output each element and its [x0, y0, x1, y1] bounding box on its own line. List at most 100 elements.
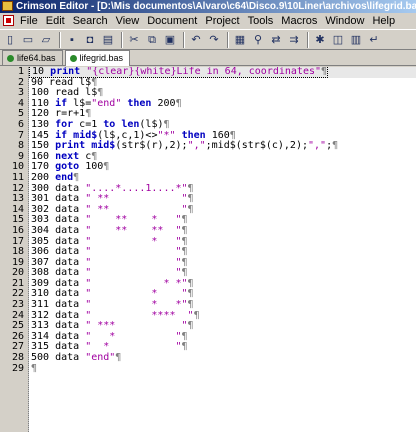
eol-mark: ¶ [187, 193, 194, 205]
code-token: 500 data [31, 352, 86, 364]
string-token: " * " [85, 235, 182, 247]
menu-search[interactable]: Search [69, 13, 112, 29]
string-token: " ** * " [85, 214, 182, 226]
new-icon[interactable]: ▯ [2, 32, 18, 48]
line-text: 100 read l$¶ [29, 87, 103, 98]
undo-icon[interactable]: ↶ [188, 32, 204, 48]
save-icon[interactable]: ▪ [64, 32, 80, 48]
line-number: 11 [11, 171, 24, 183]
eol-mark: ¶ [193, 309, 200, 321]
eol-mark: ¶ [103, 161, 110, 173]
keyword-token: if [55, 129, 68, 141]
code-token: 315 data [31, 341, 86, 353]
line-text: 160 next c¶ [29, 151, 97, 162]
line-text: 302 data " ** "¶ [29, 204, 194, 215]
line-text: 312 data " **** "¶ [29, 310, 200, 321]
tab-lifegrid-bas[interactable]: lifegrid.bas [64, 50, 131, 66]
open-folder-icon[interactable]: ▱ [38, 32, 54, 48]
screen-icon[interactable]: ▥ [348, 32, 364, 48]
eol-mark: ¶ [85, 108, 92, 120]
code-token: 306 data [31, 246, 86, 258]
string-token: "*" [157, 129, 176, 141]
find-icon[interactable]: ⚲ [250, 32, 266, 48]
code-token: 90 read l$ [31, 76, 92, 88]
menu-macros[interactable]: Macros [277, 13, 321, 29]
copy-icon[interactable]: ⧉ [144, 32, 160, 48]
code-line[interactable]: 10 170 goto 100¶ [12, 161, 416, 173]
tools-icon[interactable]: ✱ [312, 32, 328, 48]
replace-icon[interactable]: ⇄ [268, 32, 284, 48]
code-token: 200 [151, 97, 176, 109]
menu-bar: File Edit Search View Document Project Tools Ma… [0, 13, 416, 29]
keyword-token: then [127, 97, 152, 109]
word-wrap-icon[interactable]: ↵ [366, 32, 382, 48]
line-text: 145 if mid$(l$,c,1)<>"*" then 160¶ [29, 130, 236, 141]
keyword-token: print [50, 67, 81, 77]
string-token: " * *" [85, 299, 188, 311]
open-icon[interactable]: ▭ [20, 32, 36, 48]
eol-mark: ¶ [187, 203, 194, 215]
menu-project[interactable]: Project [201, 13, 243, 29]
code-token: 311 data [31, 299, 86, 311]
code-token: 310 data [31, 288, 86, 300]
line-text: 90 read l$¶ [29, 77, 97, 88]
print-icon[interactable]: ▤ [100, 32, 116, 48]
string-token: " **** " [85, 309, 194, 321]
toolbar: ▯ ▭ ▱ ▪ ◘ ▤ ✂ ⧉ ▣ ↶ ↷ ▦ ⚲ ⇄ ⇉ ✱ ◫ ▥ ↵ [0, 29, 416, 50]
line-text: 170 goto 100¶ [29, 161, 110, 173]
code-token: 307 data [31, 256, 86, 268]
find-next-icon[interactable]: ⇉ [286, 32, 302, 48]
line-text: 130 for c=1 to len(l$)¶ [29, 119, 170, 130]
eol-mark: ¶ [187, 182, 194, 194]
string-token: " * " [85, 288, 188, 300]
string-token: "end" [91, 97, 122, 109]
code-line[interactable]: 28 500 data "end"¶ [12, 352, 416, 364]
file-icon [69, 55, 77, 63]
eol-mark: ¶ [91, 76, 98, 88]
document-icon[interactable] [3, 15, 14, 26]
eol-mark: ¶ [181, 214, 188, 226]
code-token: 303 data [31, 214, 86, 226]
code-editor[interactable]: 1 10 print "{clear}{white}Life in 64, coo… [0, 67, 416, 432]
eol-mark: ¶ [181, 256, 188, 268]
string-token: " " [85, 256, 182, 268]
menu-window[interactable]: Window [321, 13, 368, 29]
keyword-token: for [55, 118, 74, 130]
window-icon[interactable]: ◫ [330, 32, 346, 48]
menu-help[interactable]: Help [368, 13, 399, 29]
find-box-icon[interactable]: ▦ [232, 32, 248, 48]
code-token: 300 data [31, 182, 86, 194]
menu-file[interactable]: File [16, 13, 42, 29]
menu-edit[interactable]: Edit [42, 13, 69, 29]
menu-document[interactable]: Document [143, 13, 201, 29]
menu-tools[interactable]: Tools [244, 13, 278, 29]
menu-view[interactable]: View [112, 13, 144, 29]
code-token: (l$) [139, 118, 164, 130]
code-line[interactable]: 29 ¶ [12, 363, 416, 375]
code-token: 308 data [31, 267, 86, 279]
tab-life64-bas[interactable]: life64.bas [2, 50, 63, 65]
code-token: 304 data [31, 224, 86, 236]
toolbar-separator [59, 32, 61, 48]
cut-icon[interactable]: ✂ [126, 32, 142, 48]
string-token: " " [85, 246, 182, 258]
code-token: (str$(r),2); [115, 140, 188, 152]
eol-mark: ¶ [332, 140, 339, 152]
paste-icon[interactable]: ▣ [162, 32, 178, 48]
string-token: "{clear}{white}Life in 64, coordinates" [86, 67, 322, 77]
keyword-token: mid$ [91, 140, 116, 152]
line-text: 500 data "end"¶ [29, 352, 121, 363]
line-text: 309 data " * *"¶ [29, 278, 194, 289]
eol-mark: ¶ [181, 341, 188, 353]
toolbar-separator [307, 32, 309, 48]
redo-icon[interactable]: ↷ [206, 32, 222, 48]
keyword-token: if [55, 97, 68, 109]
string-token: " ** " [85, 193, 188, 205]
code-area[interactable]: 1 10 print "{clear}{white}Life in 64, coo… [12, 67, 416, 375]
keyword-token: end [55, 171, 74, 183]
line-text: 303 data " ** * "¶ [29, 214, 188, 226]
tab-label: lifegrid.bas [79, 53, 124, 63]
eol-mark: ¶ [163, 118, 170, 130]
code-token: 312 data [31, 309, 86, 321]
save-all-icon[interactable]: ◘ [82, 32, 98, 48]
